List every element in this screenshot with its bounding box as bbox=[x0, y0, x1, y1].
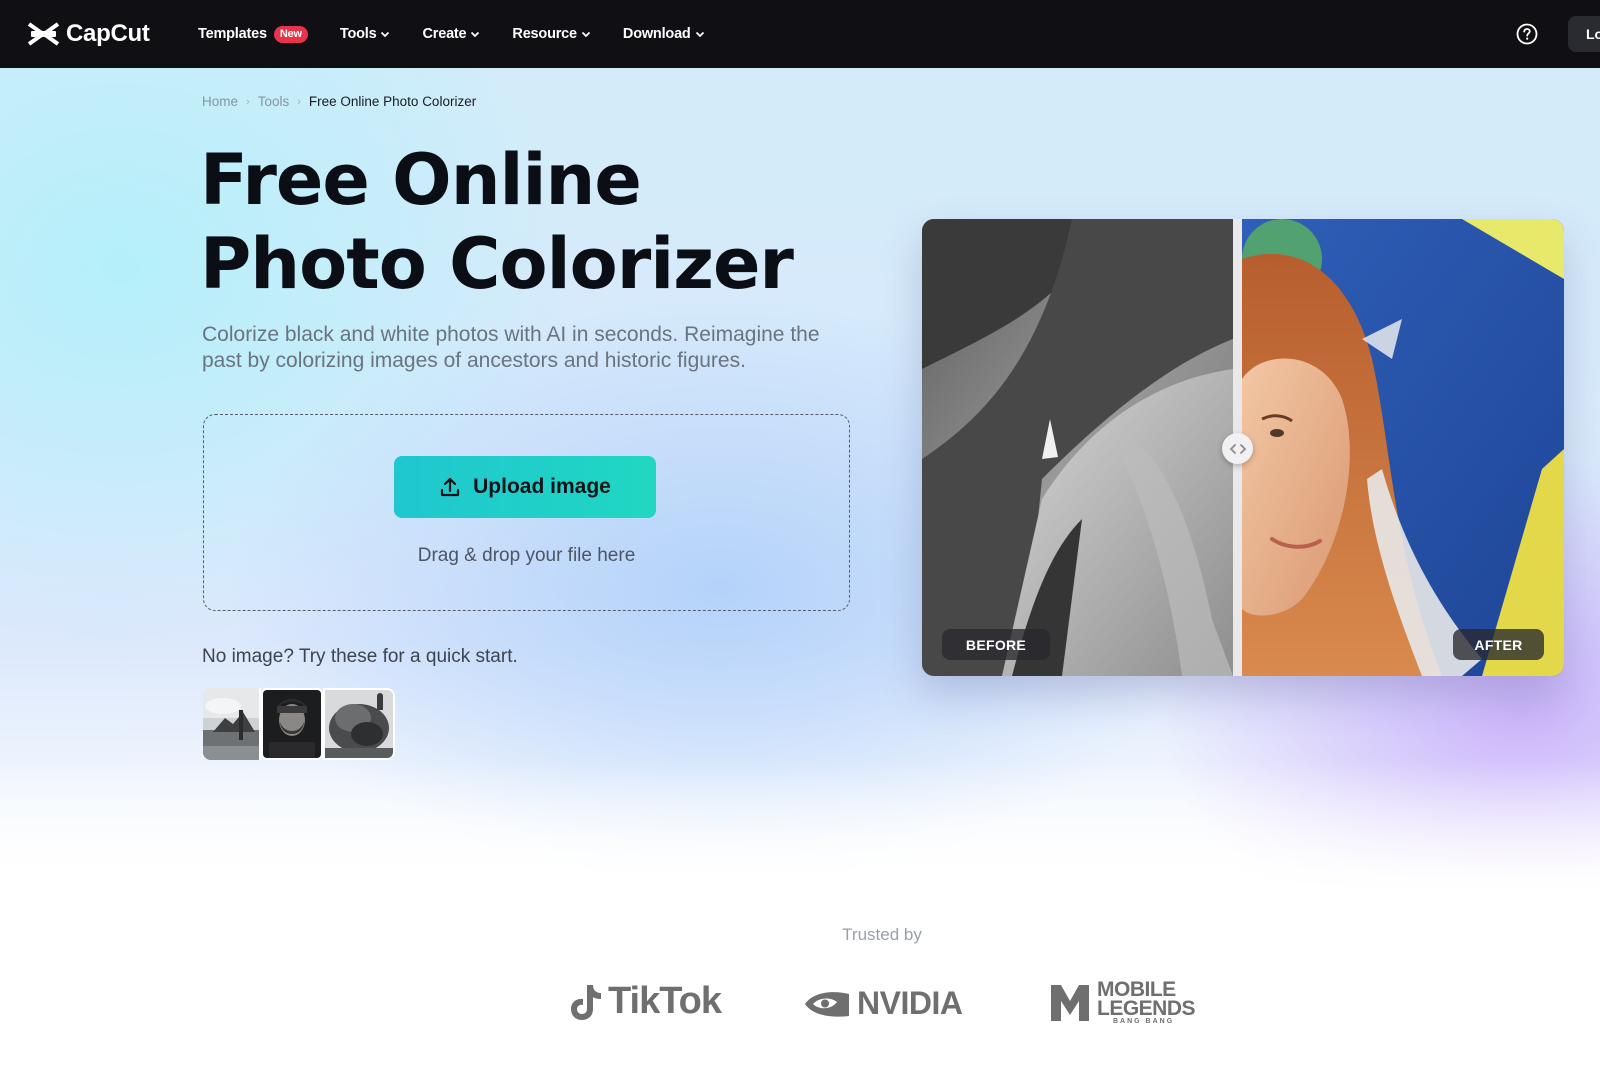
chevron-down-icon bbox=[581, 31, 591, 38]
brand-logo-tiktok: TikTok bbox=[570, 980, 722, 1023]
compare-slider-handle[interactable] bbox=[1222, 433, 1253, 464]
drag-drop-hint: Drag & drop your file here bbox=[417, 545, 636, 566]
sample-image-bearded-man[interactable] bbox=[261, 688, 323, 760]
capcut-logo[interactable]: CapCut bbox=[27, 20, 150, 48]
nav-item-label: Resource bbox=[512, 26, 577, 42]
page-subtitle: Colorize black and white photos with AI … bbox=[202, 323, 820, 372]
brand-name-line2: LEGENDS bbox=[1097, 997, 1196, 1020]
quick-start-text: No image? Try these for a quick start. bbox=[202, 646, 518, 667]
sample-image-vintage-scene[interactable] bbox=[203, 688, 261, 760]
logo-text: CapCut bbox=[66, 20, 150, 47]
new-badge: New bbox=[273, 25, 308, 43]
brand-name-line3: BANG BANG bbox=[1113, 1018, 1175, 1025]
top-navigation: CapCut Templates New Tools Create Resour… bbox=[0, 0, 1600, 68]
brand-name: TikTok bbox=[608, 980, 722, 1022]
breadcrumb-separator: › bbox=[297, 95, 301, 108]
upload-button-label: Upload image bbox=[473, 475, 611, 498]
mobile-legends-wordmark: MOBILE LEGENDS BANG BANG bbox=[1097, 979, 1196, 1026]
question-circle-icon[interactable] bbox=[1516, 23, 1538, 45]
breadcrumb: Home › Tools › Free Online Photo Coloriz… bbox=[202, 94, 476, 109]
nav-item-label: Create bbox=[422, 26, 467, 42]
file-drop-zone[interactable]: Upload image Drag & drop your file here bbox=[203, 414, 850, 611]
nav-item-create[interactable]: Create bbox=[422, 26, 480, 42]
breadcrumb-tools[interactable]: Tools bbox=[258, 94, 290, 109]
capcut-logo-icon bbox=[27, 22, 60, 46]
sample-images bbox=[203, 688, 395, 760]
nav-item-label: Tools bbox=[339, 26, 377, 42]
upload-image-button[interactable]: Upload image bbox=[394, 456, 656, 518]
nav-item-resource[interactable]: Resource bbox=[512, 26, 591, 42]
nav-item-tools[interactable]: Tools bbox=[340, 26, 391, 42]
trusted-by-label: Trusted by bbox=[842, 925, 922, 944]
nvidia-eye-icon bbox=[805, 991, 849, 1017]
page-title: Free Online Photo Colorizer bbox=[200, 139, 794, 305]
chevron-down-icon bbox=[471, 31, 480, 38]
left-right-arrows-icon bbox=[1229, 443, 1246, 454]
brand-logo-nvidia: NVIDIA bbox=[803, 985, 963, 1022]
breadcrumb-home[interactable]: Home bbox=[202, 94, 238, 109]
brand-logo-mobile-legends: MOBILE LEGENDS BANG BANG bbox=[1049, 979, 1196, 1026]
sample-image-historic-figures[interactable] bbox=[323, 688, 395, 760]
upload-arrow-icon bbox=[441, 477, 460, 497]
nav-item-label: Download bbox=[622, 26, 691, 42]
brand-name: NVIDIA bbox=[857, 985, 963, 1021]
nav-item-templates[interactable]: Templates New bbox=[198, 25, 308, 43]
before-after-compare[interactable]: BEFORE AFTER bbox=[922, 219, 1564, 676]
chevron-down-icon bbox=[381, 31, 390, 38]
tiktok-icon bbox=[571, 984, 601, 1020]
before-label: BEFORE bbox=[942, 629, 1050, 660]
after-label: AFTER bbox=[1453, 629, 1544, 660]
nav-menu: Templates New Tools Create Resource Down… bbox=[198, 0, 737, 68]
hero-fade bbox=[0, 760, 1600, 890]
login-button[interactable]: Lo bbox=[1568, 16, 1600, 52]
nav-item-download[interactable]: Download bbox=[623, 26, 705, 42]
chevron-down-icon bbox=[695, 31, 704, 38]
mobile-legends-icon bbox=[1051, 985, 1089, 1021]
nav-item-label: Templates bbox=[198, 26, 267, 42]
breadcrumb-current: Free Online Photo Colorizer bbox=[308, 94, 477, 109]
breadcrumb-separator: › bbox=[246, 95, 250, 108]
